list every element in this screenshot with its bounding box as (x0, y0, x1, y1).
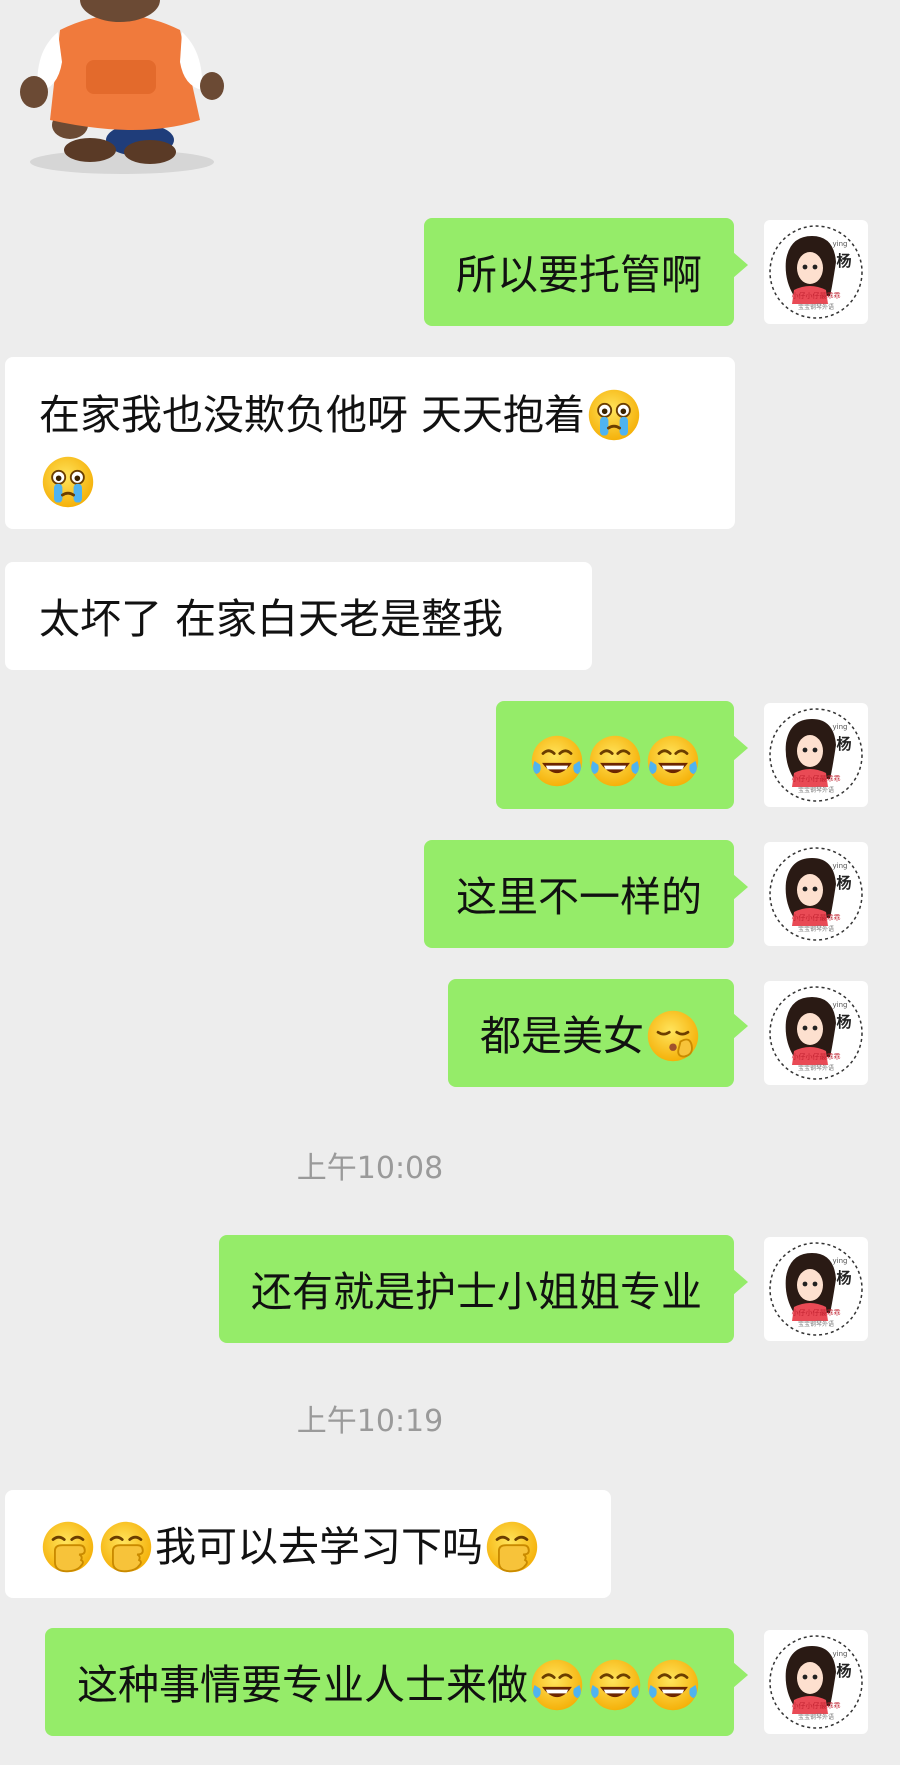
svg-text:小仔小仔最乖乖: 小仔小仔最乖乖 (792, 913, 841, 922)
timestamp: 上午10:08 (296, 1151, 444, 1186)
bear-sticker (0, 0, 240, 180)
svg-text:宝宝钢琴外语: 宝宝钢琴外语 (798, 1320, 834, 1328)
svg-text:ying: ying (833, 1257, 848, 1265)
svg-text:杨: 杨 (836, 252, 851, 270)
tears-of-joy-icon (529, 733, 585, 789)
svg-text:ying: ying (833, 1001, 848, 1009)
svg-text:宝宝钢琴外语: 宝宝钢琴外语 (798, 1064, 834, 1072)
message-text: 这里不一样的 (456, 873, 702, 921)
message-text: 这种事情要专业人士来做 (77, 1661, 528, 1709)
timestamp: 上午10:19 (296, 1404, 444, 1439)
svg-text:宝宝钢琴外语: 宝宝钢琴外语 (798, 925, 834, 933)
shushing-face-icon (645, 1008, 701, 1064)
message-bubble-incoming[interactable]: 我可以去学习下吗 (5, 1490, 611, 1598)
message-bubble-outgoing[interactable]: 这里不一样的 (424, 840, 748, 948)
hand-over-mouth-icon (98, 1519, 154, 1575)
svg-text:小仔小仔最乖乖: 小仔小仔最乖乖 (792, 291, 841, 300)
svg-text:宝宝钢琴外语: 宝宝钢琴外语 (798, 1713, 834, 1721)
svg-text:小仔小仔最乖乖: 小仔小仔最乖乖 (792, 1308, 841, 1317)
hand-over-mouth-icon (40, 1519, 96, 1575)
crying-face-icon (40, 454, 96, 510)
avatar[interactable]: 杨 ying 小仔小仔最乖乖 宝宝钢琴外语 (764, 981, 868, 1085)
tears-of-joy-icon (529, 1657, 585, 1713)
svg-text:宝宝钢琴外语: 宝宝钢琴外语 (798, 303, 834, 311)
tears-of-joy-icon (645, 733, 701, 789)
svg-text:ying: ying (833, 240, 848, 248)
svg-text:小仔小仔最乖乖: 小仔小仔最乖乖 (792, 1701, 841, 1710)
message-text: 我可以去学习下吗 (155, 1523, 483, 1571)
svg-text:宝宝钢琴外语: 宝宝钢琴外语 (798, 786, 834, 794)
tears-of-joy-icon (645, 1657, 701, 1713)
avatar[interactable]: 杨 ying 小仔小仔最乖乖 宝宝钢琴外语 (764, 220, 868, 324)
message-text: 都是美女 (480, 1012, 644, 1060)
message-text: 所以要托管啊 (456, 251, 702, 299)
svg-text:杨: 杨 (836, 1013, 851, 1031)
avatar[interactable]: 杨 ying 小仔小仔最乖乖 宝宝钢琴外语 (764, 1237, 868, 1341)
svg-text:小仔小仔最乖乖: 小仔小仔最乖乖 (792, 774, 841, 783)
message-text: 还有就是护士小姐姐专业 (251, 1268, 702, 1316)
avatar[interactable]: 杨 ying 小仔小仔最乖乖 宝宝钢琴外语 (764, 1630, 868, 1734)
tears-of-joy-icon (587, 733, 643, 789)
message-bubble-incoming[interactable]: 太坏了 在家白天老是整我 (5, 562, 592, 670)
message-bubble-outgoing[interactable]: 都是美女 (448, 979, 748, 1087)
message-bubble-outgoing[interactable]: 这种事情要专业人士来做 (45, 1628, 748, 1736)
svg-text:ying: ying (833, 1650, 848, 1658)
avatar[interactable]: 杨 ying 小仔小仔最乖乖 宝宝钢琴外语 (764, 842, 868, 946)
tears-of-joy-icon (587, 1657, 643, 1713)
svg-text:杨: 杨 (836, 874, 851, 892)
svg-text:小仔小仔最乖乖: 小仔小仔最乖乖 (792, 1052, 841, 1061)
svg-text:ying: ying (833, 862, 848, 870)
svg-text:杨: 杨 (836, 1662, 851, 1680)
hand-over-mouth-icon (484, 1519, 540, 1575)
message-text: 太坏了 在家白天老是整我 (39, 595, 504, 643)
avatar[interactable]: 杨 ying 小仔小仔最乖乖 宝宝钢琴外语 (764, 703, 868, 807)
svg-text:杨: 杨 (836, 735, 851, 753)
message-bubble-incoming[interactable]: 在家我也没欺负他呀 天天抱着 (5, 357, 735, 529)
svg-text:ying: ying (833, 723, 848, 731)
message-bubble-outgoing[interactable]: 还有就是护士小姐姐专业 (219, 1235, 748, 1343)
svg-text:杨: 杨 (836, 1269, 851, 1287)
message-bubble-outgoing[interactable] (496, 701, 748, 809)
crying-face-icon (586, 387, 642, 443)
message-text: 在家我也没欺负他呀 天天抱着 (39, 391, 586, 439)
message-bubble-outgoing[interactable]: 所以要托管啊 (424, 218, 748, 326)
